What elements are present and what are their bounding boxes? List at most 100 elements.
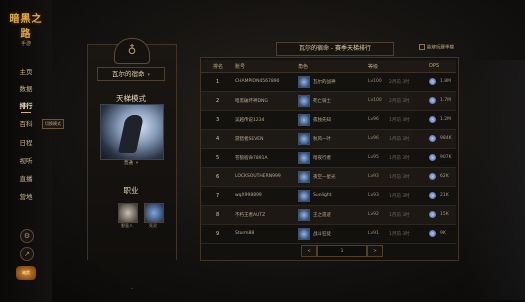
time-cell: 1月前 3时 [389,118,410,123]
nav-item-live[interactable]: 直播 [6,173,46,183]
nav-item-media[interactable]: 视听 [6,155,46,165]
character-class-icon [298,209,310,221]
time-cell: 1月前 3时 [389,137,410,142]
nav-item-wiki[interactable]: 百科 [6,118,46,128]
account-cell: 吴越传说1234 [235,118,265,123]
rank-cell: 5 [216,155,220,161]
table-row[interactable]: 4 游猎者SEVEN 秋风一叶 Lv96 1月前 3时 984K [201,130,456,149]
rank-cell: 8 [216,212,220,218]
gem-icon [429,192,436,199]
dps-cell: 1.8M [440,79,452,84]
level-cell: Lv96 [368,136,379,141]
character-class-icon [298,76,310,88]
rank-cell: 9 [216,231,220,237]
nav-item-schedule[interactable]: 日程 [6,137,46,147]
account-cell: LOCKSOUTHERN999 [235,174,281,179]
table-row[interactable]: 5 苍狼宿命7891A 暗夜行者 Lv95 1月前 3时 907K [201,149,456,168]
next-page-button[interactable]: > [367,245,383,257]
dps-cell: 984K [440,136,452,141]
time-cell: 1月前 3时 [389,232,410,237]
col-rank: 排名 [213,64,224,70]
account-cell: wqX998899 [235,193,262,198]
level-cell: Lv93 [368,193,379,198]
job-label: 死灵 [149,223,157,228]
gem-icon [429,154,436,161]
account-cell: Storm88 [235,231,255,236]
character-class-icon [298,95,310,107]
job-label: 野蛮人 [121,223,133,228]
dps-cell: 21K [440,193,449,198]
mode-switch-button[interactable]: 切换模式 [42,119,64,129]
character-class-icon [298,152,310,164]
table-row[interactable]: 7 wqX998899 Sunlight Lv93 1月前 3时 21K [201,187,456,206]
time-cell: 1月前 3时 [389,175,410,180]
col-character: 角色 [298,64,309,70]
time-cell: 1月前 3时 [389,156,410,161]
nav-item-data[interactable]: 数据 [6,83,46,93]
gem-icon [429,211,436,218]
character-class-icon [298,190,310,202]
account-cell: 游猎者SEVEN [235,137,264,142]
rank-cell: 1 [216,79,220,85]
season-link[interactable]: 能够玩赛季模 [419,44,454,51]
character-class-icon [298,171,310,183]
table-row[interactable]: 3 吴越传说1234 孤独先知 Lv96 1月前 3时 1.2M [201,111,456,130]
rank-cell: 6 [216,174,220,180]
nav-item-ranking[interactable]: 排行 [6,100,46,113]
character-cell: 秋风一叶 [313,137,331,142]
dps-cell: 9K [440,231,446,236]
chevron-down-icon: ▾ [147,72,150,78]
season-select[interactable]: 瓦尔的宿命 ▾ [97,67,165,81]
account-cell: 苍狼宿命7891A [235,156,268,161]
job-title: 职业 [123,186,139,195]
difficulty-label: 普通 [123,161,133,166]
crest-icon: ♁ [114,38,150,64]
character-class-icon [298,114,310,126]
season-link-label: 能够玩赛季模 [427,45,454,51]
rank-cell: 2 [216,98,220,104]
background-tree [465,60,525,300]
table-row[interactable]: 8 不朽王者AUTZ 王之遗迹 Lv92 1月前 3时 15K [201,206,456,225]
dps-cell: 15K [440,212,449,217]
col-account: 账号 [235,64,246,70]
rank-cell: 7 [216,193,220,199]
dps-cell: 62K [440,174,449,179]
table-row[interactable]: 6 LOCKSOUTHERN999 夜空一星光 Lv93 1月前 3时 62K [201,168,456,187]
settings-icon[interactable]: ⚙ [20,229,34,243]
app-logo-icon[interactable]: 暗黑 [16,266,36,280]
character-cell: 王之遗迹 [313,213,331,218]
character-portrait [100,104,164,160]
share-icon[interactable]: ↗ [20,247,34,261]
season-select-label: 瓦尔的宿命 [111,70,145,78]
account-cell: 不朽王者AUTZ [235,213,266,218]
level-cell: Lv100 [368,79,382,84]
character-cell: 暗夜行者 [313,156,331,161]
job-barbarian-icon[interactable] [118,203,138,223]
character-cell: 夜空一星光 [313,175,336,180]
table-row[interactable]: 1 CHAMPION4567890 瓦尔的战神 Lv100 2月前 3时 1.8M [201,73,456,92]
table-header: 排名 账号 角色 等级 DPS [201,60,456,73]
job-necromancer-icon[interactable] [144,203,164,223]
level-cell: Lv93 [368,174,379,179]
gem-icon [429,230,436,237]
gem-icon [429,97,436,104]
gem-icon [429,135,436,142]
table-row[interactable]: 9 Storm88 战斗狂徒 Lv91 1月前 3时 9K [201,225,456,244]
prev-page-button[interactable]: < [301,245,317,257]
difficulty-select[interactable]: 普通 ▾ [104,160,158,168]
level-cell: Lv96 [368,117,379,122]
table-row[interactable]: 2 暗黑破坏神DNG 死亡骑士 Lv100 2月前 3时 1.7M [201,92,456,111]
game-logo[interactable]: 暗黑之路 手游 [6,2,46,47]
nav-item-camp[interactable]: 营地 [6,191,46,201]
character-cell: 瓦尔的战神 [313,80,336,85]
side-nav: 暗黑之路 手游 主页 数据 排行 百科 日程 视听 直播 营地 ⚙ ↗ 暗黑 [0,0,52,302]
page-input[interactable]: 1 [317,245,367,257]
level-cell: Lv91 [368,231,379,236]
nav-item-home[interactable]: 主页 [6,66,46,76]
level-cell: Lv95 [368,155,379,160]
rank-cell: 3 [216,117,220,123]
character-cell: Sunlight [313,193,332,198]
account-cell: 暗黑破坏神DNG [235,99,268,104]
level-cell: Lv92 [368,212,379,217]
chevron-down-icon: ▾ [135,161,139,166]
